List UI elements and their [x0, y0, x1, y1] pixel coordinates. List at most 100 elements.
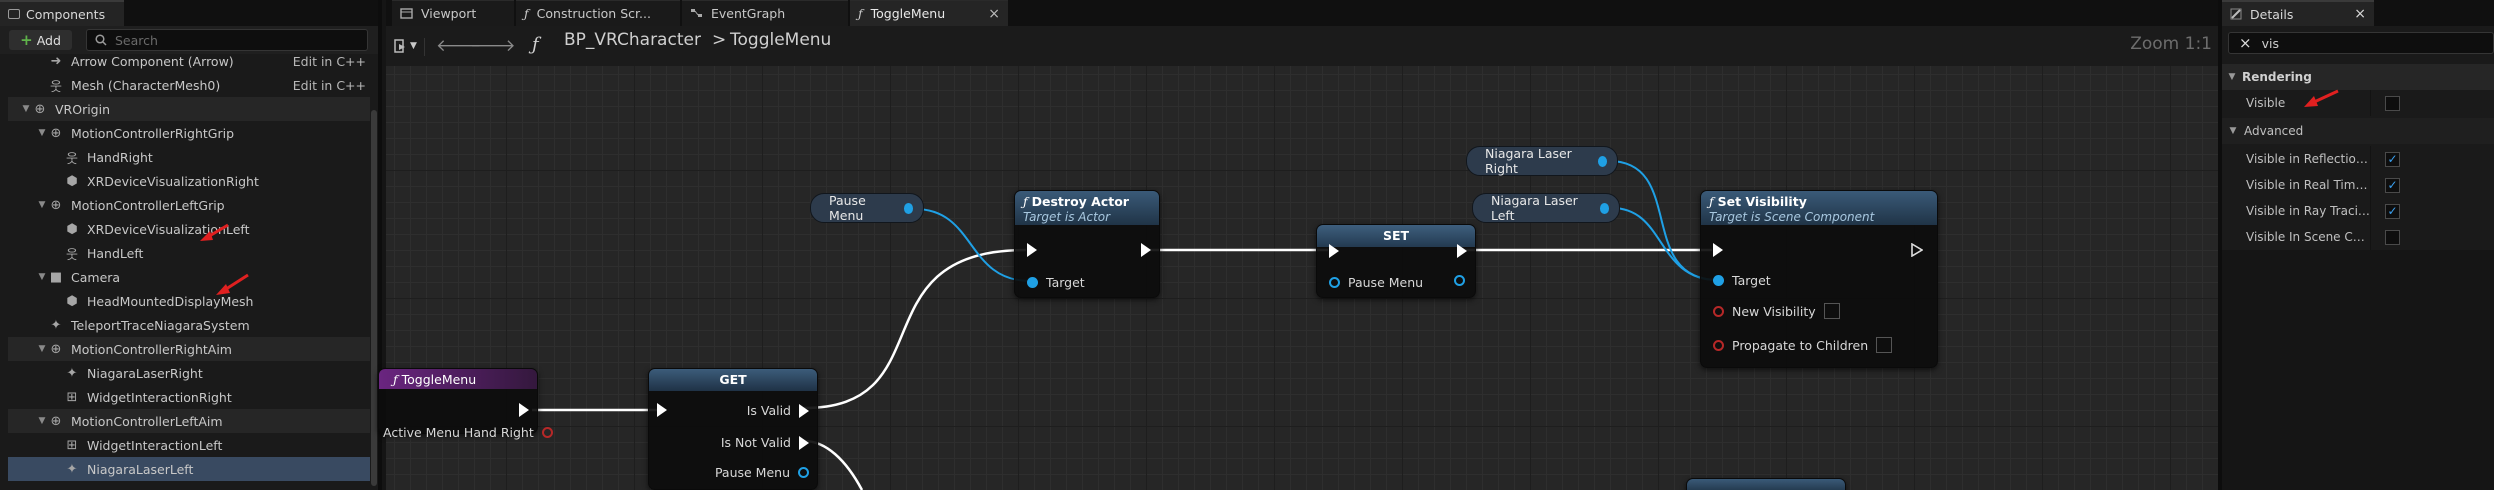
tab-viewport[interactable]: Viewport — [392, 0, 514, 26]
forward-arrow-icon[interactable]: 🡒 — [470, 36, 516, 56]
checkbox-checked[interactable]: ✓ — [2385, 177, 2400, 193]
node-header: ƒ Set Visibility Target is Scene Componen… — [1701, 191, 1937, 225]
tree-item[interactable]: ✦ TeleportTraceNiagaraSystem — [8, 313, 370, 337]
tree-item[interactable]: ▼ ■ Camera — [8, 265, 370, 289]
chevron-down-icon[interactable]: ▼ — [36, 344, 48, 354]
property-visible[interactable]: Visible — [2222, 90, 2494, 116]
search-placeholder: Search — [115, 32, 158, 48]
new-visibility-pin[interactable]: New Visibility — [1713, 303, 1840, 319]
tree-item[interactable]: ▼ ⊕ VROrigin — [8, 97, 370, 121]
exec-in-pin[interactable] — [1329, 244, 1339, 258]
tree-item[interactable]: ▼ ⊕ MotionControllerRightAim — [8, 337, 370, 361]
exec-out-pin[interactable] — [1457, 244, 1467, 258]
category-rendering[interactable]: ▼ Rendering — [2222, 64, 2494, 90]
close-icon[interactable]: × — [988, 6, 1000, 22]
is-valid-pin[interactable]: Is Valid — [747, 403, 809, 418]
checkbox-checked[interactable]: ✓ — [2385, 151, 2400, 167]
offscreen-node[interactable] — [1686, 478, 1846, 490]
tree-item[interactable]: ⬢ HeadMountedDisplayMesh — [8, 289, 370, 313]
chevron-down-icon[interactable]: ▼ — [36, 272, 48, 282]
tab-components[interactable]: Components — [0, 0, 124, 26]
static-mesh-icon: ⬢ — [66, 173, 78, 189]
tree-item[interactable]: ⊞ WidgetInteractionRight — [8, 385, 370, 409]
tree-item[interactable]: ➜ Arrow Component (Arrow) Edit in C++ — [8, 54, 370, 73]
checkbox-checked[interactable]: ✓ — [2385, 203, 2400, 219]
propagate-checkbox[interactable] — [1876, 337, 1893, 353]
node-title: SET — [1382, 228, 1410, 243]
tree-item[interactable]: 웃 HandLeft — [8, 241, 370, 265]
exec-in-pin[interactable] — [1713, 243, 1723, 257]
property-visible-in-reflection[interactable]: Visible in Reflection... ✓ — [2222, 146, 2494, 172]
visible-checkbox[interactable] — [2385, 95, 2400, 111]
column-divider — [2370, 90, 2371, 116]
tab-construction-script[interactable]: ƒ Construction Scr... — [516, 0, 680, 26]
get-validated-node[interactable]: GET Is Valid Is Not Valid Pause Menu — [648, 368, 818, 490]
tree-item[interactable]: ✦ NiagaraLaserLeft — [8, 457, 370, 481]
output-pin[interactable] — [903, 202, 913, 214]
exec-in-pin[interactable] — [1027, 243, 1037, 257]
pause-menu-output-pin[interactable] — [1454, 275, 1465, 286]
category-advanced[interactable]: ▼ Advanced — [2222, 118, 2494, 144]
tree-item[interactable]: ⬢ XRDeviceVisualizationLeft — [8, 217, 370, 241]
exec-out-pin[interactable] — [1911, 243, 1923, 257]
details-search-input[interactable]: × vis — [2228, 32, 2494, 54]
set-visibility-node[interactable]: ƒ Set Visibility Target is Scene Componen… — [1700, 190, 1938, 368]
tree-item[interactable]: ⬢ XRDeviceVisualizationRight — [8, 169, 370, 193]
tree-item[interactable]: ▼ ⊕ MotionControllerLeftAim — [8, 409, 370, 433]
tab-event-graph[interactable]: EventGraph — [682, 0, 848, 26]
tree-scrollbar[interactable] — [371, 110, 377, 486]
target-pin[interactable]: Target — [1713, 273, 1771, 288]
propagate-to-children-pin[interactable]: Propagate to Children — [1713, 337, 1893, 353]
close-icon[interactable]: × — [2354, 6, 2366, 22]
chevron-down-icon[interactable]: ▼ — [36, 200, 48, 210]
components-search-input[interactable]: Search — [86, 29, 368, 51]
niagara-laser-left-node[interactable]: Niagara Laser Left — [1472, 193, 1620, 223]
tree-item[interactable]: ▼ ⊕ MotionControllerRightGrip — [8, 121, 370, 145]
tree-item-label: XRDeviceVisualizationRight — [87, 173, 259, 189]
chevron-down-icon[interactable]: ▼ — [36, 128, 48, 138]
tab-details[interactable]: Details × — [2222, 0, 2374, 26]
target-pin[interactable]: Target — [1027, 275, 1085, 290]
tree-item[interactable]: ▼ ⊕ MotionControllerLeftGrip — [8, 193, 370, 217]
column-divider — [2370, 224, 2371, 250]
category-label: Rendering — [2242, 70, 2312, 84]
pause-menu-input-pin[interactable]: Pause Menu — [1329, 275, 1423, 290]
edit-in-cpp-link[interactable]: Edit in C++ — [293, 78, 366, 93]
niagara-laser-right-node[interactable]: Niagara Laser Right — [1466, 146, 1618, 176]
is-not-valid-pin[interactable]: Is Not Valid — [721, 435, 809, 450]
chevron-down-icon[interactable]: ▼ — [36, 416, 48, 426]
tree-item[interactable]: ⊞ WidgetInteractionLeft — [8, 433, 370, 457]
chevron-down-icon[interactable]: ▼ — [20, 104, 32, 114]
var-label: Niagara Laser Left — [1491, 193, 1578, 223]
checkbox-unchecked[interactable] — [2385, 229, 2400, 245]
exec-out-pin[interactable] — [519, 403, 529, 417]
breadcrumb-root[interactable]: BP_VRCharacter — [564, 30, 701, 50]
output-pin[interactable] — [1599, 202, 1609, 214]
bool-pin-icon — [541, 427, 553, 438]
exec-out-pin[interactable] — [1141, 243, 1151, 257]
exec-pin-icon — [799, 403, 809, 418]
pause-menu-pin[interactable]: Pause Menu — [715, 465, 809, 480]
property-visible-in-real-time[interactable]: Visible in Real Time... ✓ — [2222, 172, 2494, 198]
output-pin[interactable] — [1597, 155, 1607, 167]
actions-dropdown[interactable]: ▼ — [390, 34, 420, 58]
tree-item[interactable]: 웃 HandRight — [8, 145, 370, 169]
property-visible-in-ray-tracing[interactable]: Visible in Ray Tracing ✓ — [2222, 198, 2494, 224]
togglemenu-entry-node[interactable]: ƒ ToggleMenu Active Menu Hand Right — [378, 368, 553, 440]
tree-item-label: Arrow Component (Arrow) — [71, 54, 234, 69]
add-component-button[interactable]: + Add — [9, 30, 72, 50]
clear-search-icon[interactable]: × — [2239, 34, 2252, 52]
active-menu-hand-right-pin[interactable]: Active Menu Hand Right — [383, 425, 553, 440]
property-visible-in-scene-capture[interactable]: Visible In Scene Cap... — [2222, 224, 2494, 250]
tab-togglemenu[interactable]: ƒ ToggleMenu × — [850, 0, 1008, 26]
component-tree[interactable]: ➜ Arrow Component (Arrow) Edit in C++ 웃 Mesh… — [8, 54, 370, 490]
property-label: Visible In Scene Cap... — [2246, 230, 2370, 244]
destroy-actor-node[interactable]: ƒ Destroy Actor Target is Actor Target — [1014, 190, 1160, 298]
new-visibility-checkbox[interactable] — [1823, 303, 1840, 319]
tree-item[interactable]: ✦ NiagaraLaserRight — [8, 361, 370, 385]
set-pause-menu-node[interactable]: SET Pause Menu — [1316, 224, 1476, 298]
exec-in-pin[interactable] — [657, 403, 667, 417]
pause-menu-get-node[interactable]: Pause Menu — [810, 193, 924, 223]
edit-in-cpp-link[interactable]: Edit in C++ — [293, 54, 366, 69]
tree-item[interactable]: 웃 Mesh (CharacterMesh0) Edit in C++ — [8, 73, 370, 97]
